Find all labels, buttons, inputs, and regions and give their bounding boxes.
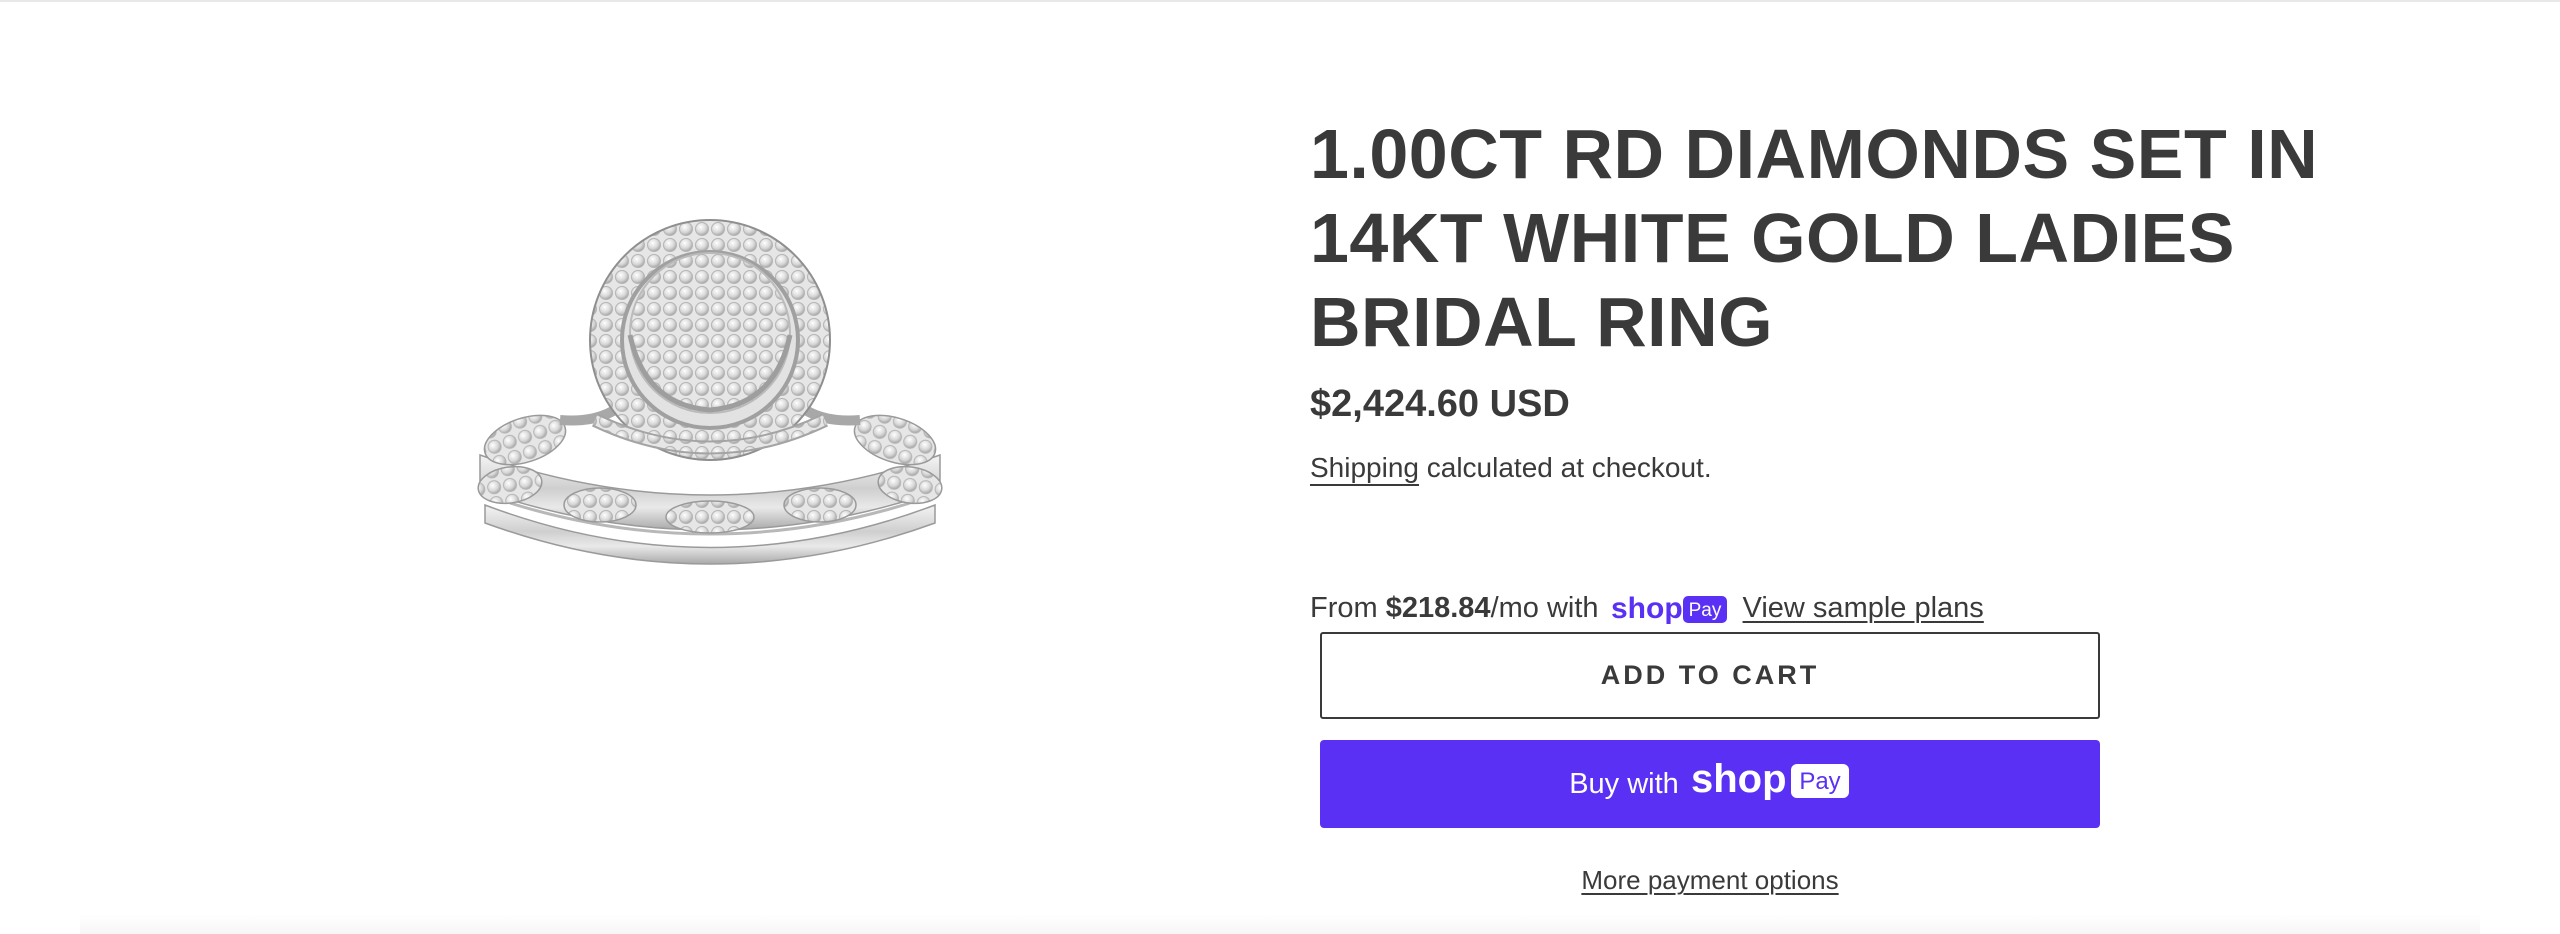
buy-with-shop-pay-button[interactable]: Buy with shop Pay xyxy=(1320,740,2100,828)
add-to-cart-label: ADD TO CART xyxy=(1600,660,1820,690)
shop-pay-badge: Pay xyxy=(1688,600,1721,621)
installments-amount: $218.84 xyxy=(1385,592,1491,624)
installments-prefix: From xyxy=(1310,592,1378,624)
shop-pay-wordmark: shop xyxy=(1611,593,1683,625)
shipping-note: Shipping calculated at checkout. xyxy=(1310,452,1712,486)
svg-text:Pay: Pay xyxy=(1799,768,1840,795)
add-to-cart-button[interactable]: ADD TO CART xyxy=(1320,632,2100,719)
product-image[interactable] xyxy=(470,205,950,590)
product-info: 1.00CT RD DIAMONDS SET IN 14KT WHITE GOL… xyxy=(1310,112,2430,364)
view-sample-plans-link[interactable]: View sample plans xyxy=(1743,592,1984,625)
shipping-link[interactable]: Shipping xyxy=(1310,452,1419,486)
shop-pay-icon: shop Pay xyxy=(1611,593,1729,625)
shop-pay-logo-icon: shop Pay xyxy=(1691,757,1851,808)
header-divider xyxy=(0,0,2560,2)
installments-suffix: /mo with xyxy=(1490,592,1599,624)
section-shadow xyxy=(80,914,2480,934)
product-price: $2,424.60 USD xyxy=(1310,383,1570,425)
product-title: 1.00CT RD DIAMONDS SET IN 14KT WHITE GOL… xyxy=(1310,115,2319,361)
more-payment-options-link[interactable]: More payment options xyxy=(1581,865,1838,895)
svg-text:shop: shop xyxy=(1691,760,1787,800)
shipping-note-text: calculated at checkout. xyxy=(1418,452,1712,483)
more-payment-options: More payment options xyxy=(1320,865,2100,896)
buy-with-label: Buy with xyxy=(1569,767,1679,800)
ring-image xyxy=(477,219,943,565)
installments-banner: From $218.84/mo with shop Pay View sampl… xyxy=(1310,592,1984,625)
